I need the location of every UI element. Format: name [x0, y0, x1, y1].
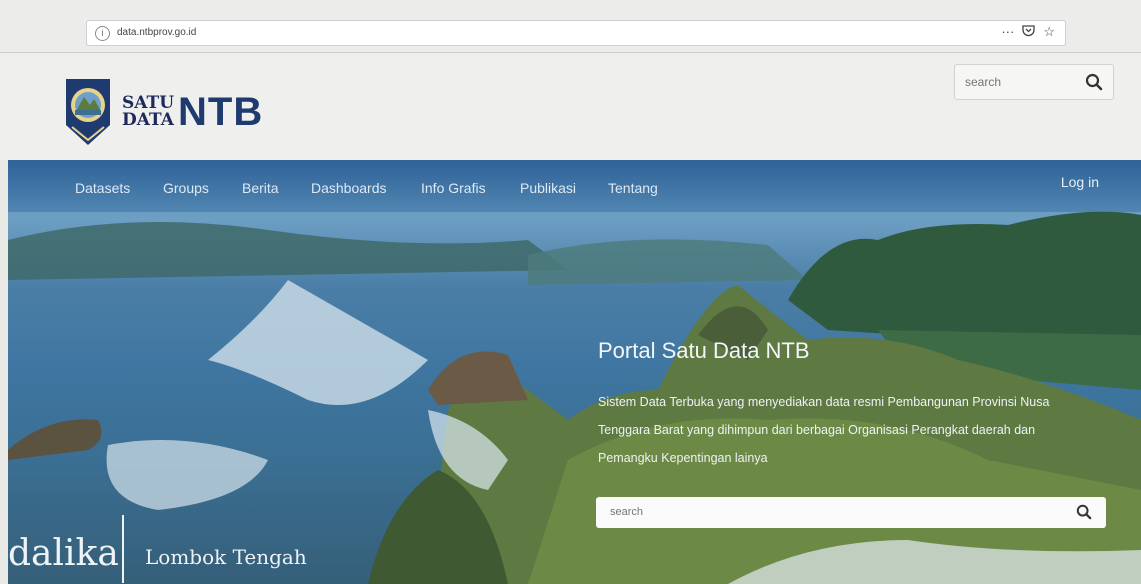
main-navbar: Datasets Groups Berita Dashboards Info G… — [8, 160, 1141, 212]
hero-search-box — [596, 497, 1106, 528]
page-actions-menu-icon[interactable]: ··· — [1001, 24, 1014, 40]
login-link[interactable]: Log in — [1061, 174, 1099, 190]
mandalika-brand-text: dalika — [8, 533, 119, 574]
header-search-box — [954, 64, 1114, 100]
lombok-tengah-brand-text: Lombok Tengah — [145, 545, 307, 569]
hero-search-input[interactable] — [608, 505, 1032, 519]
star-icon[interactable]: ☆ — [1043, 24, 1055, 40]
hero-description: Sistem Data Terbuka yang menyediakan dat… — [598, 395, 1050, 465]
info-icon[interactable]: i — [95, 26, 110, 41]
nav-groups[interactable]: Groups — [163, 180, 209, 196]
hero-title: Portal Satu Data NTB — [598, 338, 810, 363]
nav-info-grafis[interactable]: Info Grafis — [421, 180, 486, 196]
logo-ntb-text: NTB — [178, 89, 264, 134]
ntb-emblem-icon — [66, 79, 110, 145]
address-bar[interactable]: i data.ntbprov.go.id ··· ☆ — [86, 20, 1066, 46]
search-icon[interactable] — [1076, 504, 1092, 520]
search-icon[interactable] — [1085, 73, 1103, 91]
url-text[interactable]: data.ntbprov.go.id — [117, 27, 196, 38]
header-search-input[interactable] — [963, 74, 1077, 90]
logo-data-text: DATA — [122, 110, 174, 130]
nav-tentang[interactable]: Tentang — [608, 180, 658, 196]
brand-divider — [122, 515, 124, 583]
nav-publikasi[interactable]: Publikasi — [520, 180, 576, 196]
site-logo[interactable]: SATU DATA NTB — [64, 77, 263, 147]
browser-toolbar: i data.ntbprov.go.id ··· ☆ — [0, 0, 1141, 53]
nav-datasets[interactable]: Datasets — [75, 180, 130, 196]
site-header: SATU DATA NTB — [0, 53, 1141, 160]
nav-berita[interactable]: Berita — [242, 180, 279, 196]
nav-dashboards[interactable]: Dashboards — [311, 180, 387, 196]
pocket-icon[interactable] — [1022, 24, 1035, 40]
hero-banner: Datasets Groups Berita Dashboards Info G… — [8, 160, 1141, 584]
